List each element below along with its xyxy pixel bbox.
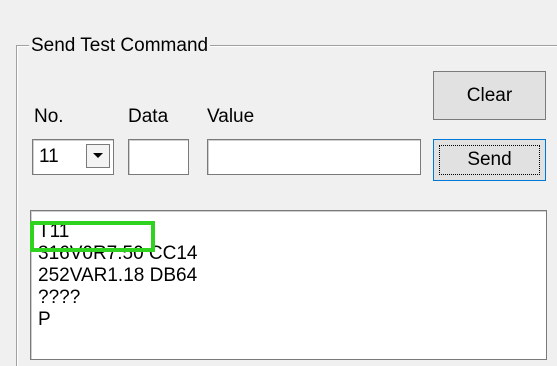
value-label: Value — [207, 106, 255, 127]
data-label: Data — [128, 106, 169, 127]
clear-button-label: Clear — [466, 84, 513, 106]
group-title: Send Test Command — [29, 35, 211, 57]
output-line: ???? — [38, 287, 81, 308]
output-line: P — [38, 309, 51, 330]
value-input[interactable] — [207, 139, 421, 175]
data-input[interactable] — [128, 139, 189, 175]
output-line: 252VAR1.18 DB64 — [38, 265, 198, 286]
no-select[interactable]: 11 — [32, 139, 114, 175]
no-label: No. — [34, 106, 64, 127]
no-select-value: 11 — [39, 146, 59, 167]
send-button-label: Send — [467, 149, 512, 170]
send-button[interactable]: Send — [433, 139, 546, 181]
version-highlight-box — [30, 221, 155, 252]
clear-button[interactable]: Clear — [433, 71, 546, 120]
chevron-down-icon[interactable] — [86, 144, 110, 168]
